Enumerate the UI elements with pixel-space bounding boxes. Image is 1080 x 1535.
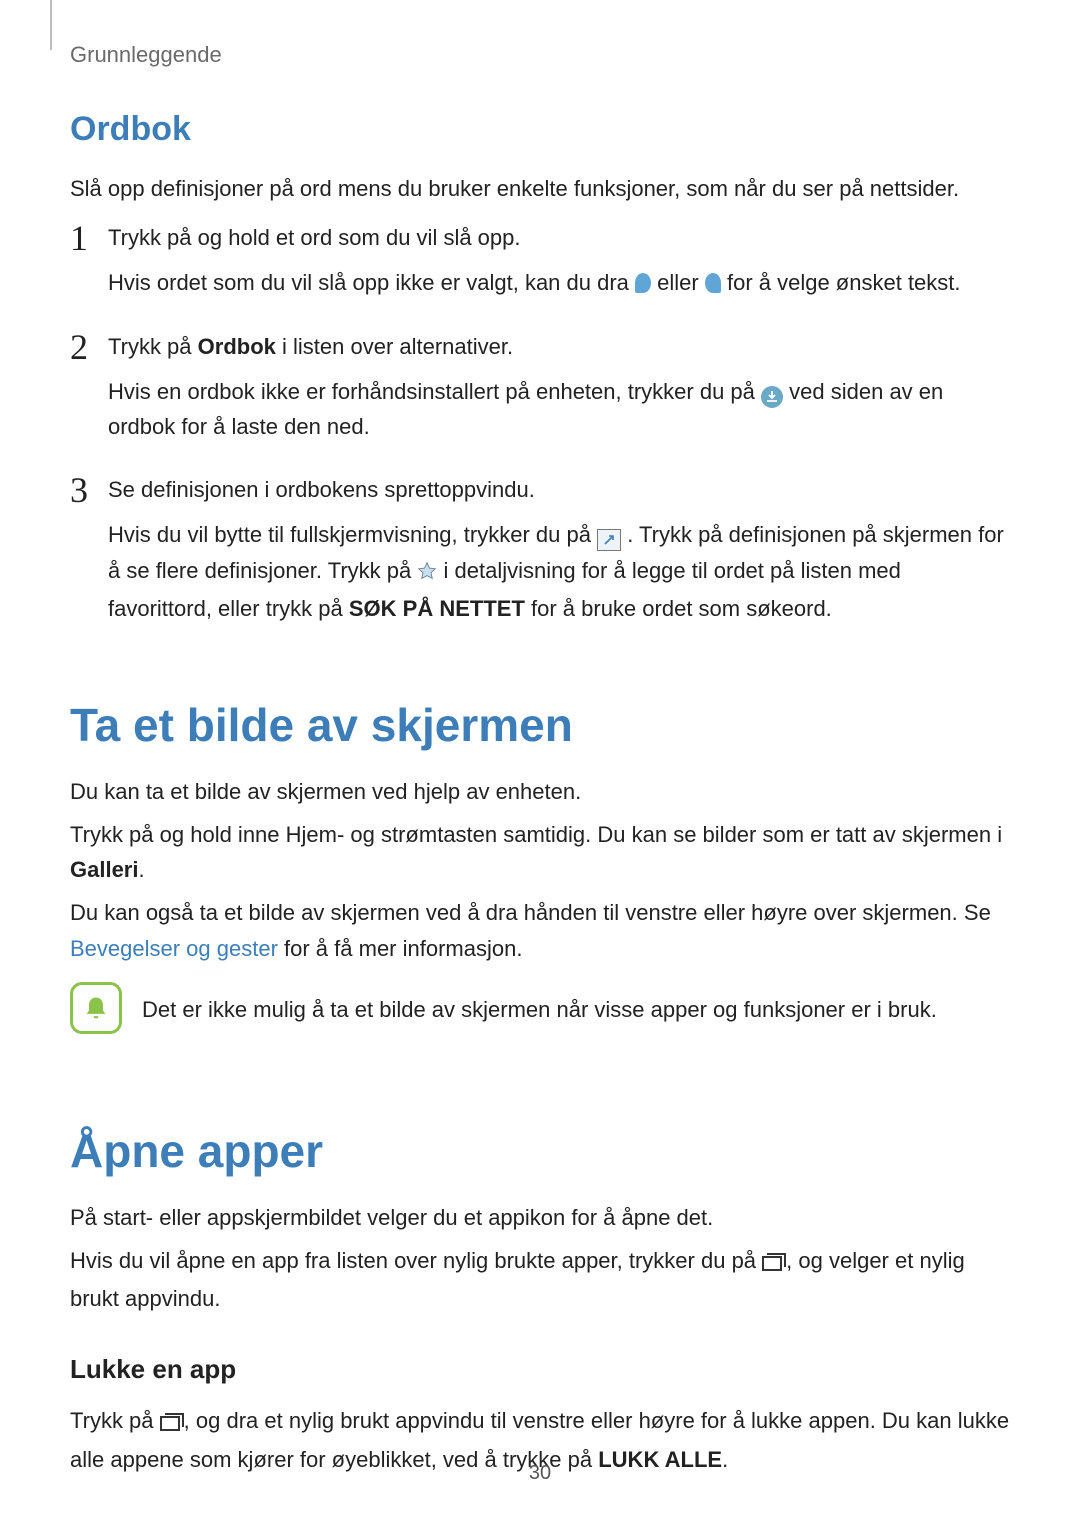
note-text: Det er ikke mulig å ta et bilde av skjer… <box>142 982 937 1027</box>
fullscreen-icon <box>597 529 621 551</box>
text: for å få mer informasjon. <box>278 936 523 961</box>
openapps-p2: Hvis du vil åpne en app fra listen over … <box>70 1243 1010 1316</box>
text: Hvis en ordbok ikke er forhåndsinstaller… <box>108 379 761 404</box>
page-rule <box>50 0 52 50</box>
recent-apps-icon <box>160 1406 184 1441</box>
text: Trykk på <box>70 1408 160 1433</box>
step-3: 3 Se definisjonen i ordbokens sprettoppv… <box>70 472 1010 626</box>
screenshot-p2: Trykk på og hold inne Hjem- og strømtast… <box>70 817 1010 887</box>
text: for å bruke ordet som søkeord. <box>525 596 832 621</box>
text: Du kan også ta et bilde av skjermen ved … <box>70 900 991 925</box>
step2-line2: Hvis en ordbok ikke er forhåndsinstaller… <box>108 374 1010 444</box>
step2-line1: Trykk på Ordbok i listen over alternativ… <box>108 329 1010 364</box>
text: i listen over alternativer. <box>276 334 513 359</box>
text: Trykk på og hold inne Hjem- og strømtast… <box>70 822 1002 847</box>
step3-line1: Se definisjonen i ordbokens sprettoppvin… <box>108 472 1010 507</box>
step1-line1: Trykk på og hold et ord som du vil slå o… <box>108 220 1010 255</box>
link-text[interactable]: Bevegelser og gester <box>70 936 278 961</box>
selection-handle-left-icon <box>635 273 651 293</box>
step1-line2: Hvis ordet som du vil slå opp ikke er va… <box>108 265 1010 300</box>
bold-text: Galleri <box>70 857 138 882</box>
download-icon <box>761 386 783 408</box>
page-content: Grunnleggende Ordbok Slå opp definisjone… <box>0 0 1080 1535</box>
ordbok-steps: 1 Trykk på og hold et ord som du vil slå… <box>70 220 1010 626</box>
recent-apps-icon <box>762 1246 786 1281</box>
bold-text: Ordbok <box>198 334 276 359</box>
heading-closeapp: Lukke en app <box>70 1354 1010 1385</box>
text: Hvis du vil bytte til fullskjermvisning,… <box>108 522 597 547</box>
bold-text: SØK PÅ NETTET <box>349 596 525 621</box>
step-number: 2 <box>70 329 100 367</box>
ordbok-intro: Slå opp definisjoner på ord mens du bruk… <box>70 171 1010 206</box>
step-1: 1 Trykk på og hold et ord som du vil slå… <box>70 220 1010 300</box>
heading-screenshot: Ta et bilde av skjermen <box>70 698 1010 752</box>
page-number: 30 <box>0 1462 1080 1485</box>
step-2: 2 Trykk på Ordbok i listen over alternat… <box>70 329 1010 445</box>
screenshot-p3: Du kan også ta et bilde av skjermen ved … <box>70 895 1010 965</box>
star-icon <box>417 556 437 591</box>
text: . <box>138 857 144 882</box>
text: Hvis du vil åpne en app fra listen over … <box>70 1248 762 1273</box>
text: Hvis ordet som du vil slå opp ikke er va… <box>108 270 635 295</box>
note-box: Det er ikke mulig å ta et bilde av skjer… <box>70 982 1010 1034</box>
note-bell-icon <box>70 982 122 1034</box>
step-number: 3 <box>70 472 100 510</box>
text: Trykk på <box>108 334 198 359</box>
step3-line2: Hvis du vil bytte til fullskjermvisning,… <box>108 517 1010 626</box>
breadcrumb: Grunnleggende <box>70 42 1010 68</box>
openapps-p1: På start- eller appskjermbildet velger d… <box>70 1200 1010 1235</box>
text: for å velge ønsket tekst. <box>727 270 961 295</box>
selection-handle-right-icon <box>705 273 721 293</box>
heading-openapps: Åpne apper <box>70 1124 1010 1178</box>
step-number: 1 <box>70 220 100 258</box>
text: eller <box>657 270 705 295</box>
screenshot-p1: Du kan ta et bilde av skjermen ved hjelp… <box>70 774 1010 809</box>
heading-ordbok: Ordbok <box>70 110 1010 149</box>
